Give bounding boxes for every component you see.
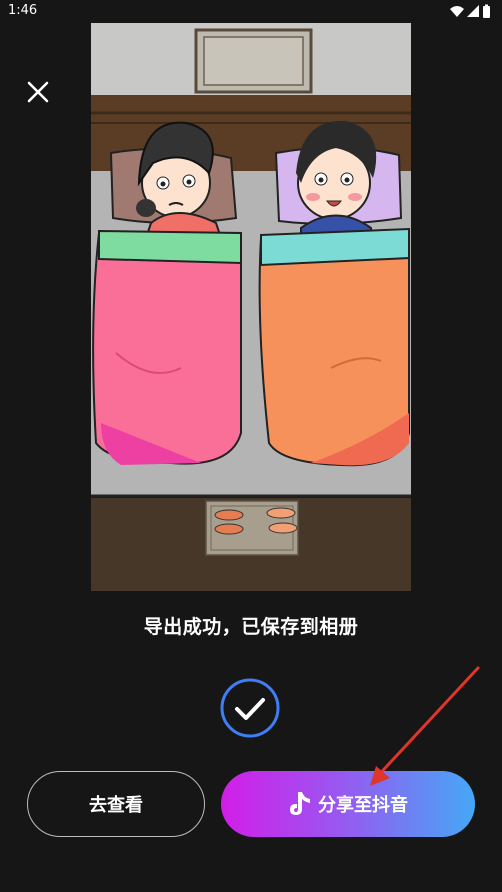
share-to-douyin-button[interactable]: 分享至抖音 [221,771,475,837]
bedroom-illustration [91,23,411,591]
tiktok-logo-icon [290,792,310,815]
status-bar: 1:46 [0,0,502,24]
view-button-label: 去查看 [89,795,143,816]
export-success-message: 导出成功，已保存到相册 [143,616,359,638]
share-button-label: 分享至抖音 [318,795,408,816]
status-icons [450,4,490,18]
battery-icon [483,4,490,18]
check-icon [220,678,280,738]
close-button[interactable] [22,76,54,108]
signal-icon [467,5,479,17]
close-icon [27,81,49,103]
view-button[interactable]: 去查看 [27,771,205,837]
exported-image-preview [91,23,411,591]
status-time: 1:46 [8,3,38,18]
wifi-icon [450,6,464,17]
